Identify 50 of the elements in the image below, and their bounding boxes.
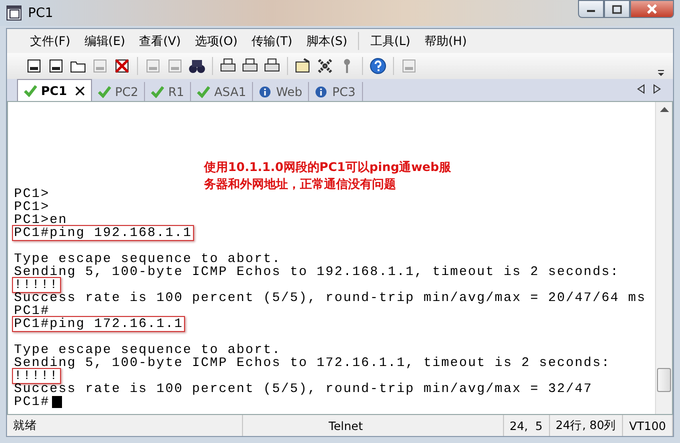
menu-item[interactable]: 查看(V) [132,32,188,50]
menu-item[interactable]: 工具(L) [363,32,418,50]
terminal-line: PC1> [13,198,51,214]
terminal-line: PC1# [13,302,51,318]
maximize-icon [612,4,622,14]
terminal-line: Success rate is 100 percent (5/5), round-trip min/avg/max = 32/47 [13,380,594,396]
minimize-button[interactable] [578,0,604,18]
disconnect-icon[interactable] [113,57,131,75]
close-button[interactable] [630,0,674,18]
menu-item[interactable]: 文件(F) [23,32,78,50]
terminal-line: Sending 5, 100-byte ICMP Echos to 172.16.1.1, timeout is 2 seconds: [13,354,612,370]
check-icon [24,84,37,96]
status-text: 24, 5 [504,415,550,436]
info-icon [259,86,272,98]
terminal-line: PC1>en [13,212,68,226]
menu-item[interactable]: 选项(O) [188,32,245,50]
app-icon [6,5,22,21]
help-icon[interactable] [369,57,387,75]
scroll-right-icon[interactable] [653,84,661,94]
scrollbar[interactable] [655,102,672,414]
tools-icon[interactable] [316,57,334,75]
menu-item[interactable]: 帮助(H) [417,32,474,50]
menu-item[interactable]: 脚本(S) [299,32,354,50]
menu-item[interactable]: 传输(T) [244,32,300,50]
scrollbar-thumb[interactable] [657,368,671,392]
info-icon [315,86,328,98]
terminal-line: PC1# [13,394,51,410]
status-text: VT100 [623,415,673,436]
status-text: 就绪 [7,415,243,436]
status-text: 24行, 80列 [550,415,624,436]
annotation-text: 务器和外网地址，正常通信没有问题 [204,176,397,193]
terminal-line: Sending 5, 100-byte ICMP Echos to 192.168.1.1, timeout is 2 seconds: [13,264,620,280]
overflow-icon[interactable] [657,69,665,77]
terminal-line: Type escape sequence to abort. [13,250,282,266]
tab[interactable]: PC1 [17,79,92,101]
scroll-left-icon[interactable] [637,84,645,94]
terminal-line: PC1> [13,186,51,201]
maximize-button[interactable] [604,0,630,18]
check-icon [151,86,164,98]
menu-item[interactable]: 编辑(E) [77,32,132,50]
check-icon [98,86,111,98]
close-icon [646,4,658,14]
binoculars-icon[interactable] [188,57,206,75]
status-text: Telnet [242,415,504,436]
check-icon [197,86,210,98]
annotation-text: 使用10.1.1.0网段的PC1可以ping通web服 [204,159,452,176]
window-title: PC1 [28,6,54,20]
terminal-line: Type escape sequence to abort. [13,342,282,356]
terminal-line: Success rate is 100 percent (5/5), round-trip min/avg/max = 20/47/64 ms [13,290,647,305]
scroll-up-icon[interactable] [660,106,668,112]
